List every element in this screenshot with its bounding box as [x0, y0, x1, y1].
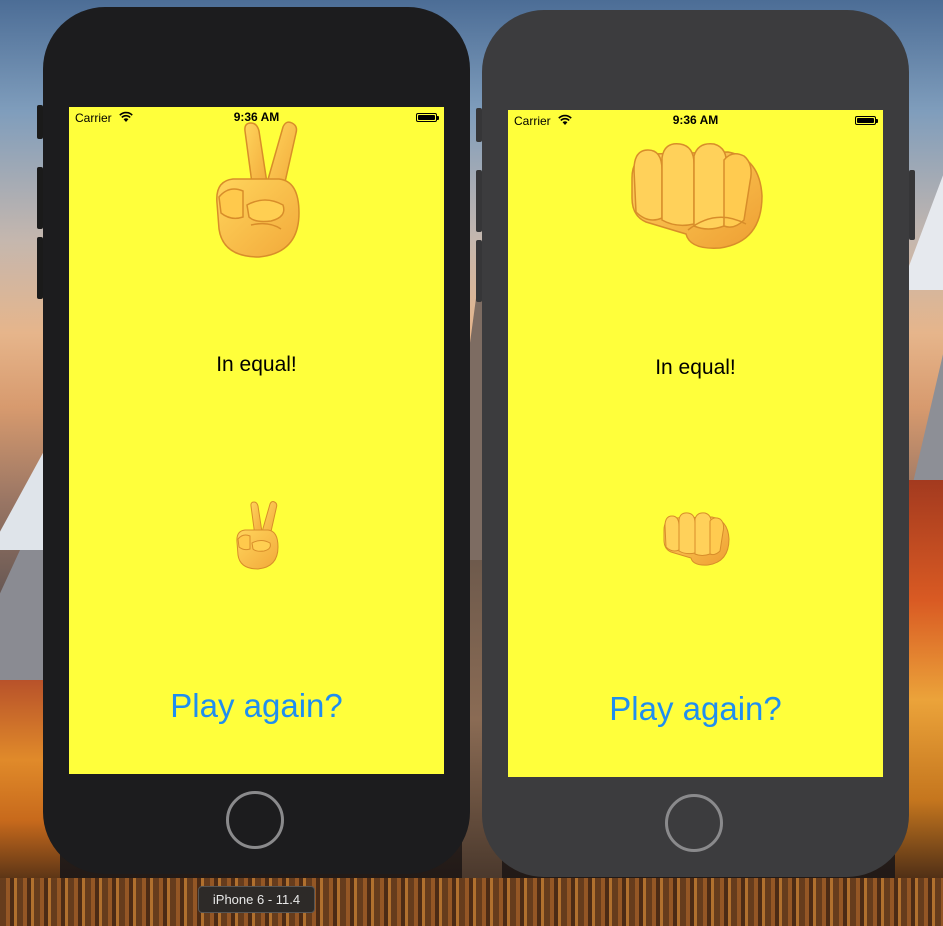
fist-icon [630, 143, 763, 249]
play-again-button[interactable]: Play again? [69, 687, 444, 725]
play-again-button[interactable]: Play again? [508, 690, 883, 728]
status-time: 9:36 AM [672, 113, 719, 127]
mute-switch [476, 108, 482, 142]
home-button[interactable] [665, 794, 723, 852]
computer-sign [508, 138, 883, 256]
simulator-device-left: Carrier 9:36 AM In equal! Play again? [37, 7, 470, 874]
volume-down-button [37, 237, 43, 299]
victory-hand-icon [215, 121, 300, 258]
volume-up-button [476, 170, 482, 232]
app-screen: Carrier 9:36 AM In equal! Play again? [69, 107, 444, 774]
result-label: In equal! [655, 356, 736, 379]
result-label: In equal! [216, 353, 297, 376]
victory-hand-icon [235, 501, 279, 570]
status-bar: Carrier 9:36 AM [508, 110, 883, 130]
player-sign [69, 501, 444, 575]
app-screen: Carrier 9:36 AM In equal! Play again? [508, 110, 883, 777]
simulator-device-right: Carrier 9:36 AM In equal! Play again? [476, 10, 915, 877]
volume-up-button [37, 167, 43, 229]
mute-switch [37, 105, 43, 139]
home-button[interactable] [226, 791, 284, 849]
power-button [909, 170, 915, 240]
fist-icon [663, 512, 730, 566]
volume-down-button [476, 240, 482, 302]
computer-sign [69, 121, 444, 265]
player-sign [508, 510, 883, 571]
simulator-device-label: iPhone 6 - 11.4 [198, 886, 315, 913]
battery-icon [855, 116, 878, 125]
